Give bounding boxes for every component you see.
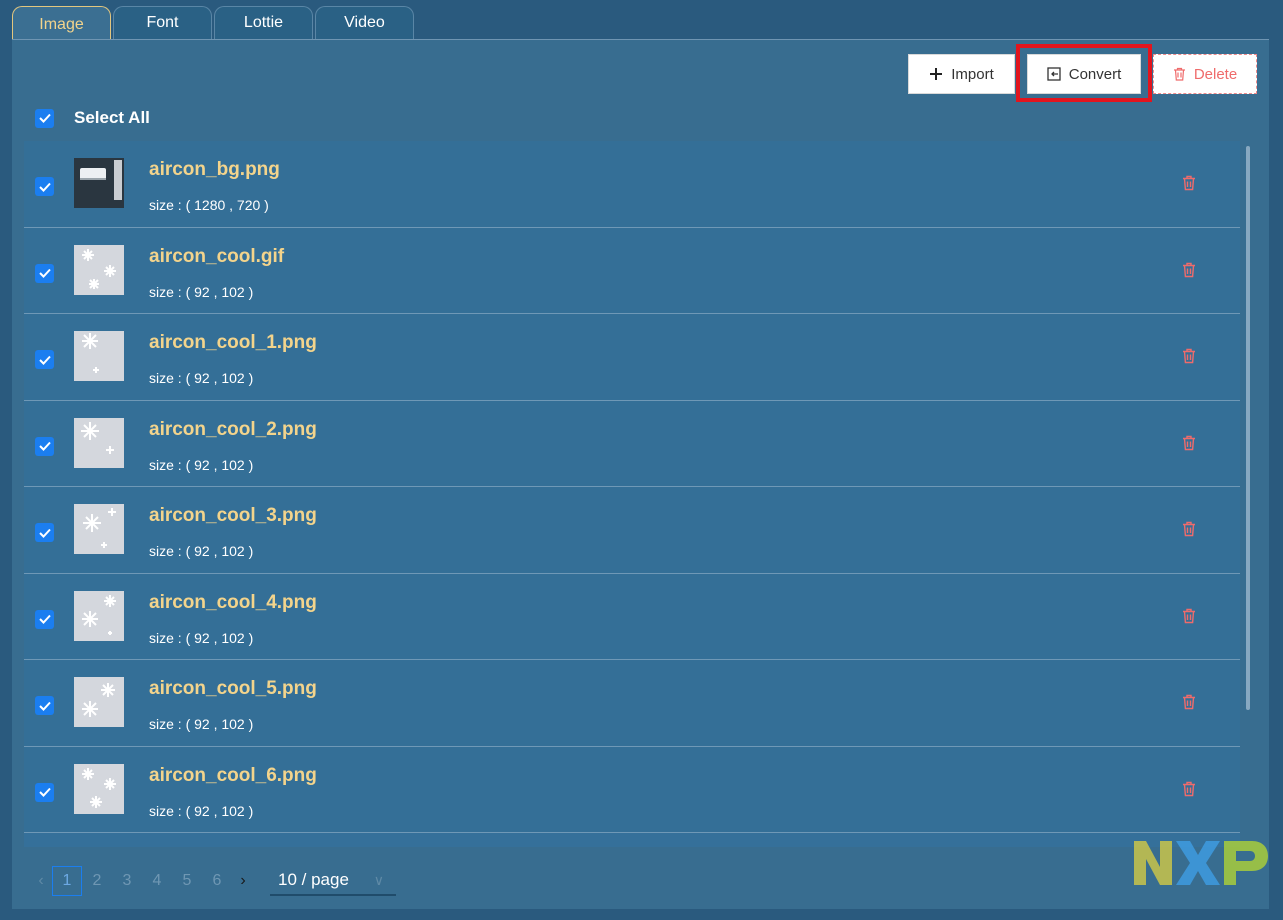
tab-lottie[interactable]: Lottie (214, 6, 313, 40)
item-checkbox[interactable] (35, 609, 54, 629)
convert-button[interactable]: Convert (1027, 54, 1141, 94)
row-delete-trash-icon[interactable] (1182, 521, 1196, 542)
snowflake-thumbnail (74, 590, 124, 641)
item-checkbox[interactable] (35, 696, 54, 715)
list-item[interactable]: aircon_cool_3.png size : ( 92 , 102 ) (24, 487, 1240, 574)
select-all-checkbox[interactable] (35, 108, 54, 128)
list-item[interactable]: aircon_cool_1.png size : ( 92 , 102 ) (24, 314, 1240, 401)
list-item[interactable]: aircon_bg.png size : ( 1280 , 720 ) (24, 141, 1240, 228)
row-delete-trash-icon[interactable] (1182, 175, 1196, 196)
item-checkbox[interactable] (35, 523, 54, 542)
list-item[interactable]: aircon_cool.gif size : ( 92 , 102 ) (24, 227, 1240, 314)
pagination: ‹ 1 2 3 4 5 6 › 10 / page ∨ (30, 866, 396, 896)
list-item[interactable]: aircon_cool_5.png size : ( 92 , 102 ) (24, 660, 1240, 747)
file-size: size : ( 92 , 102 ) (149, 543, 254, 559)
item-checkbox[interactable] (35, 350, 54, 369)
item-checkbox[interactable] (35, 436, 54, 456)
file-size: size : ( 92 , 102 ) (149, 802, 254, 819)
page-2[interactable]: 2 (82, 866, 112, 896)
file-list[interactable]: aircon_bg.png size : ( 1280 , 720 ) airc… (24, 141, 1240, 847)
check-icon (38, 614, 51, 624)
row-delete-trash-icon[interactable] (1182, 348, 1196, 369)
page-3[interactable]: 3 (112, 866, 142, 896)
delete-button[interactable]: Delete (1153, 54, 1257, 94)
list-item[interactable]: aircon_cool_2.png size : ( 92 , 102 ) (24, 400, 1240, 487)
import-button-label: Import (951, 65, 994, 83)
row-delete-trash-icon[interactable] (1182, 608, 1196, 629)
aircon-photo-thumbnail (74, 158, 124, 208)
tab-font[interactable]: Font (113, 6, 212, 40)
row-delete-trash-icon[interactable] (1182, 781, 1196, 802)
image-panel: Import Convert Delete Select All aircon_… (12, 39, 1269, 909)
file-size: size : ( 92 , 102 ) (149, 716, 254, 732)
plus-icon (930, 68, 943, 80)
file-size: size : ( 92 , 102 ) (149, 629, 254, 646)
convert-button-label: Convert (1068, 65, 1122, 83)
file-size: size : ( 1280 , 720 ) (149, 197, 269, 213)
snowflake-thumbnail (74, 244, 124, 295)
check-icon (38, 441, 51, 451)
select-all-row: Select All (35, 108, 150, 128)
check-icon (38, 268, 51, 278)
tab-image[interactable]: Image (12, 6, 111, 40)
file-size: size : ( 92 , 102 ) (149, 370, 254, 386)
snowflake-thumbnail (74, 331, 124, 381)
check-icon (38, 355, 51, 365)
list-item[interactable]: aircon_cool_6.png size : ( 92 , 102 ) (24, 746, 1240, 833)
row-delete-trash-icon[interactable] (1182, 262, 1196, 283)
trash-icon (1173, 67, 1185, 81)
file-name: aircon_cool_6.png (149, 764, 317, 786)
convert-icon (1047, 67, 1061, 81)
snowflake-thumbnail (74, 763, 124, 814)
page-1[interactable]: 1 (52, 866, 82, 896)
file-name: aircon_cool_1.png (149, 332, 317, 353)
page-size-value: 10 / page (278, 870, 349, 889)
prev-page-chevron-left-icon[interactable]: ‹ (30, 866, 52, 896)
file-name: aircon_bg.png (149, 159, 280, 180)
check-icon (38, 182, 51, 192)
file-size: size : ( 92 , 102 ) (149, 456, 254, 473)
file-name: aircon_cool_4.png (149, 591, 317, 613)
row-delete-trash-icon[interactable] (1182, 694, 1196, 715)
page-size-select[interactable]: 10 / page ∨ (270, 866, 396, 896)
snowflake-thumbnail (74, 677, 124, 727)
file-size: size : ( 92 , 102 ) (149, 283, 254, 300)
item-checkbox[interactable] (35, 177, 54, 196)
item-checkbox[interactable] (35, 263, 54, 283)
check-icon (38, 528, 51, 538)
list-scrollbar[interactable] (1246, 146, 1250, 710)
row-delete-trash-icon[interactable] (1182, 435, 1196, 456)
next-page-chevron-right-icon[interactable]: › (232, 866, 254, 896)
page-5[interactable]: 5 (172, 866, 202, 896)
check-icon (38, 787, 51, 797)
file-name: aircon_cool_5.png (149, 678, 317, 699)
file-name: aircon_cool_3.png (149, 505, 317, 526)
file-name: aircon_cool.gif (149, 245, 285, 267)
nxp-logo (1134, 841, 1268, 885)
chevron-down-icon: ∨ (373, 871, 384, 888)
delete-button-label: Delete (1193, 65, 1238, 83)
snowflake-thumbnail (74, 504, 124, 554)
page-4[interactable]: 4 (142, 866, 172, 896)
select-all-label: Select All (74, 108, 150, 127)
tab-video[interactable]: Video (315, 6, 414, 40)
snowflake-thumbnail (74, 417, 124, 468)
file-name: aircon_cool_2.png (149, 418, 317, 440)
check-icon (38, 701, 51, 711)
list-item[interactable]: aircon_cool_4.png size : ( 92 , 102 ) (24, 573, 1240, 660)
import-button[interactable]: Import (908, 54, 1015, 94)
tab-bar: Image Font Lottie Video (12, 6, 414, 40)
page-6[interactable]: 6 (202, 866, 232, 896)
check-icon (38, 113, 51, 123)
item-checkbox[interactable] (35, 782, 54, 802)
